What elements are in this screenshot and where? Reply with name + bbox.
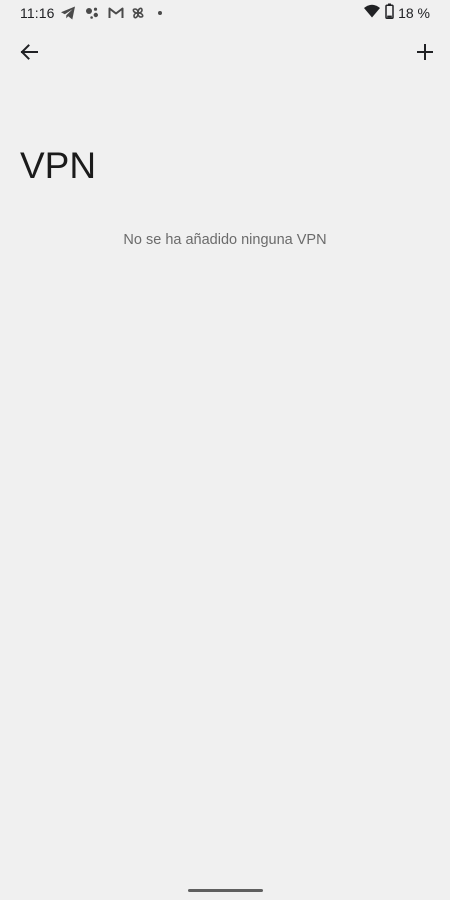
- more-dot-icon: [154, 5, 170, 21]
- pinwheel-icon: [130, 5, 146, 21]
- page-title: VPN: [20, 145, 97, 186]
- system-status: 18 %: [363, 3, 430, 24]
- telegram-icon: [60, 5, 76, 21]
- status-bar: 11:16 18 %: [0, 0, 450, 26]
- plus-icon: [415, 42, 435, 67]
- back-button[interactable]: [7, 32, 51, 76]
- gesture-navigation-bar[interactable]: [188, 889, 263, 892]
- arrow-back-icon: [19, 42, 39, 67]
- gmail-icon: [108, 5, 124, 21]
- wifi-icon: [363, 3, 381, 24]
- add-vpn-button[interactable]: [403, 32, 447, 76]
- status-time: 11:16: [20, 5, 55, 21]
- assistant-icon: [84, 5, 100, 21]
- battery-icon: [385, 3, 394, 24]
- battery-percentage: 18 %: [398, 5, 430, 21]
- app-bar: [0, 32, 450, 76]
- empty-state-message: No se ha añadido ninguna VPN: [123, 232, 327, 248]
